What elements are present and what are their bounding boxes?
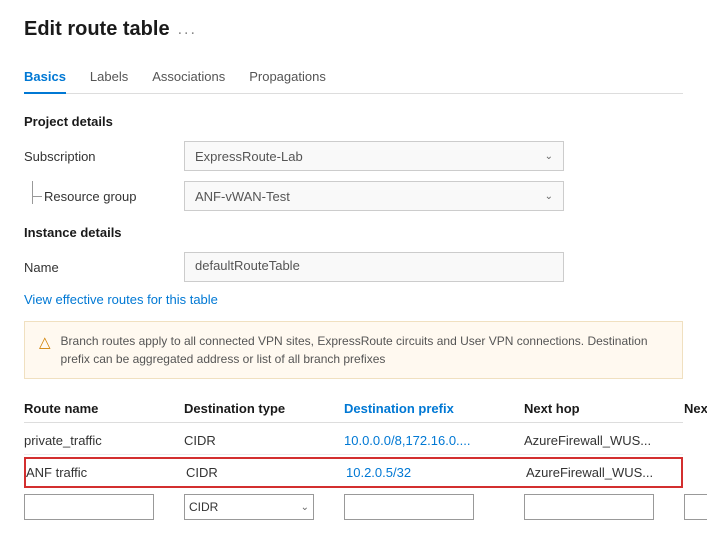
chevron-down-icon: ⌄ [301, 502, 309, 513]
instance-details-title: Instance details [24, 225, 683, 240]
cell-destination-prefix[interactable]: 10.2.0.5/32 [346, 465, 526, 480]
tab-associations[interactable]: Associations [152, 61, 225, 94]
cell-destination-prefix[interactable]: 10.0.0.0/8,172.16.0.... [344, 433, 524, 448]
subscription-label: Subscription [24, 149, 184, 164]
new-next-hop-ip-cell: ⌄ [684, 494, 707, 520]
new-destination-type-value: CIDR [189, 500, 218, 514]
new-next-hop-input[interactable] [524, 494, 654, 520]
table-header: Route name Destination type Destination … [24, 395, 683, 423]
chevron-down-icon: ⌄ [545, 151, 553, 162]
table-row: private_traffic CIDR 10.0.0.0/8,172.16.0… [24, 427, 683, 455]
new-destination-prefix-cell [344, 494, 524, 520]
subscription-value: ExpressRoute-Lab [195, 149, 303, 164]
new-destination-type-cell: CIDR ⌄ [184, 494, 344, 520]
tab-labels[interactable]: Labels [90, 61, 128, 94]
cell-route-name: private_traffic [24, 433, 184, 448]
table-row[interactable]: ANF traffic CIDR 10.2.0.5/32 AzureFirewa… [24, 457, 683, 488]
cell-route-name: ANF traffic [26, 465, 186, 480]
project-details-title: Project details [24, 114, 683, 129]
resource-group-select[interactable]: ANF-vWAN-Test ⌄ [184, 181, 564, 211]
page-title-ellipsis: ... [178, 21, 197, 39]
name-row: Name defaultRouteTable [24, 252, 683, 282]
page-title-text: Edit route table [24, 18, 170, 41]
cell-destination-type: CIDR [186, 465, 346, 480]
alert-box: △ Branch routes apply to all connected V… [24, 321, 683, 379]
alert-text: Branch routes apply to all connected VPN… [61, 332, 668, 368]
new-route-name-cell [24, 494, 184, 520]
cell-next-hop: AzureFirewall_WUS... [526, 465, 686, 480]
cell-destination-type: CIDR [184, 433, 344, 448]
tab-bar: Basics Labels Associations Propagations [24, 61, 683, 94]
header-next-hop: Next hop [524, 401, 684, 416]
view-routes-link[interactable]: View effective routes for this table [24, 292, 218, 307]
chevron-down-icon: ⌄ [545, 191, 553, 202]
new-route-name-input[interactable] [24, 494, 154, 520]
header-route-name: Route name [24, 401, 184, 416]
header-destination-prefix: Destination prefix [344, 401, 524, 416]
header-destination-type: Destination type [184, 401, 344, 416]
tab-basics[interactable]: Basics [24, 61, 66, 94]
subscription-select[interactable]: ExpressRoute-Lab ⌄ [184, 141, 564, 171]
warning-icon: △ [39, 333, 51, 351]
new-next-hop-ip-select[interactable]: ⌄ [684, 494, 707, 520]
cell-next-hop: AzureFirewall_WUS... [524, 433, 684, 448]
resource-group-row: Resource group ANF-vWAN-Test ⌄ [24, 181, 683, 211]
subscription-row: Subscription ExpressRoute-Lab ⌄ [24, 141, 683, 171]
name-input[interactable]: defaultRouteTable [184, 252, 564, 282]
new-row-inputs: CIDR ⌄ ⌄ [24, 490, 683, 524]
resource-group-label: Resource group [24, 189, 184, 204]
name-label: Name [24, 260, 184, 275]
tab-propagations[interactable]: Propagations [249, 61, 326, 94]
page-title: Edit route table ... [24, 18, 683, 41]
name-value: defaultRouteTable [195, 258, 300, 273]
new-next-hop-cell [524, 494, 684, 520]
resource-group-value: ANF-vWAN-Test [195, 189, 290, 204]
new-destination-type-select[interactable]: CIDR ⌄ [184, 494, 314, 520]
page-container: Edit route table ... Basics Labels Assoc… [0, 0, 707, 542]
header-next-hop-ip: Next Hop IP [684, 401, 707, 416]
new-destination-prefix-input[interactable] [344, 494, 474, 520]
